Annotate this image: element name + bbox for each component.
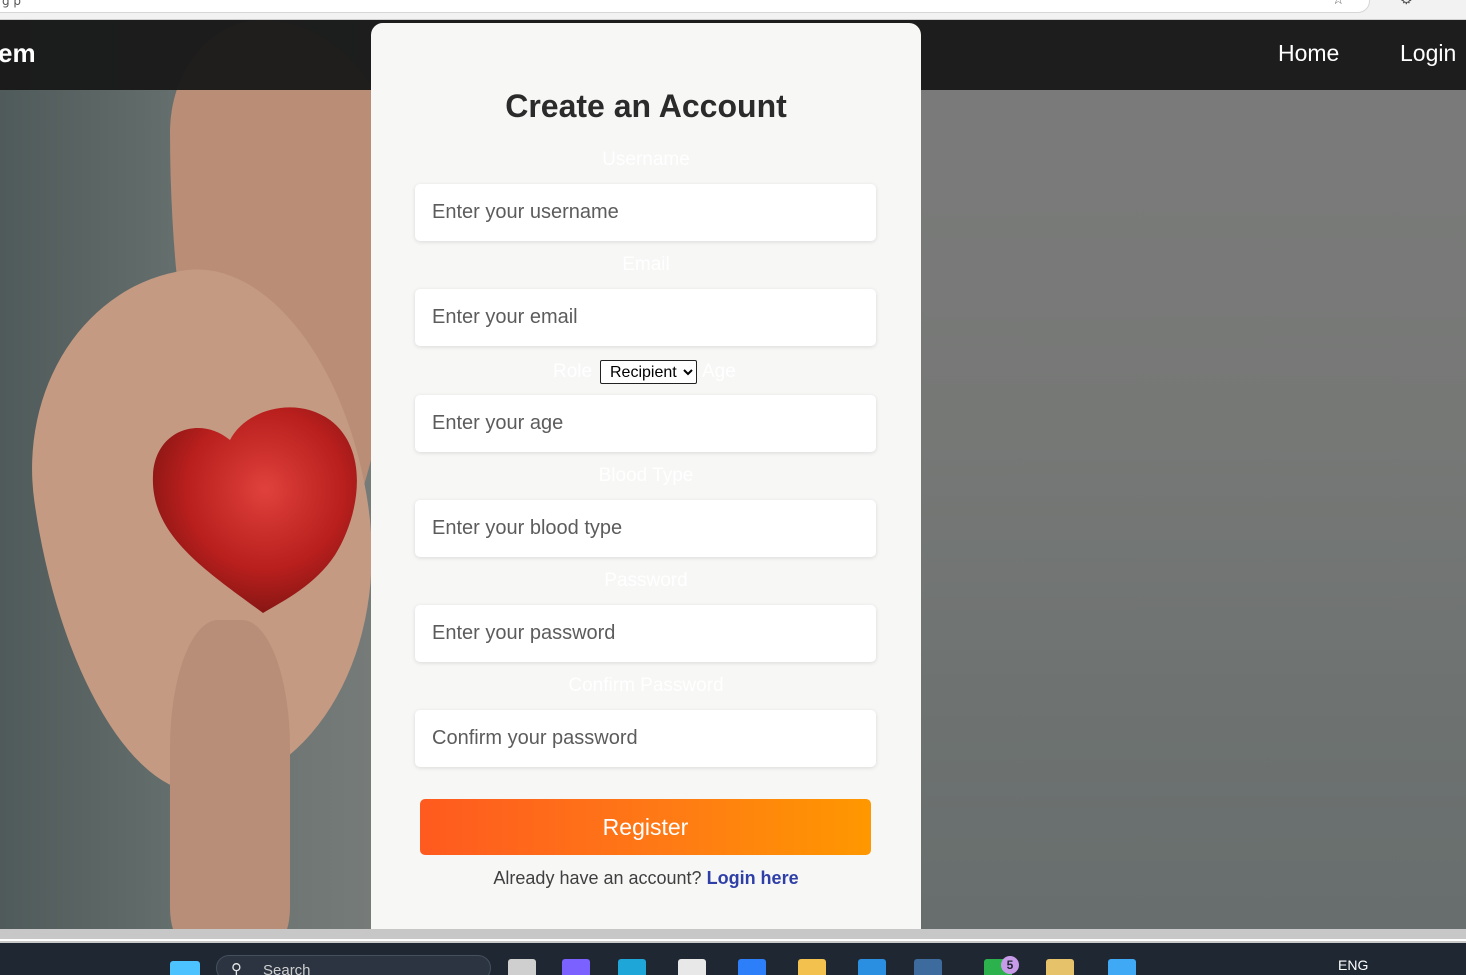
- password-input[interactable]: [415, 605, 876, 662]
- mysql-workbench-icon[interactable]: [914, 959, 942, 975]
- username-input[interactable]: [415, 184, 876, 241]
- task-view-icon[interactable]: [508, 959, 536, 975]
- register-card: Create an Account Username Email Role Re…: [371, 23, 921, 929]
- address-bar[interactable]: g p: [0, 0, 1370, 13]
- register-button[interactable]: Register: [420, 799, 871, 855]
- browser-toolbar: g p ☆ ⚙: [0, 0, 1466, 20]
- confirm-password-label: Confirm Password: [568, 675, 724, 696]
- file-explorer-icon[interactable]: [798, 959, 826, 975]
- edge-browser-icon[interactable]: [618, 959, 646, 975]
- login-prompt-text: Already have an account?: [493, 868, 702, 888]
- role-age-row: Role Recipient Age: [371, 360, 921, 384]
- blood-type-label: Blood Type: [598, 465, 694, 486]
- vscode-icon[interactable]: [858, 959, 886, 975]
- address-bar-text: g p: [2, 0, 22, 8]
- os-taskbar: ⚲ Search 5 ENG: [0, 943, 1466, 975]
- search-text: Search: [263, 962, 311, 975]
- store-icon[interactable]: [678, 959, 706, 975]
- app-icon[interactable]: [738, 959, 766, 975]
- copilot-icon[interactable]: [562, 959, 590, 975]
- page-title: Create an Account: [505, 88, 787, 124]
- search-icon: ⚲: [231, 960, 242, 975]
- role-select[interactable]: Recipient: [600, 360, 697, 384]
- notification-badge: 5: [1001, 956, 1019, 974]
- age-label: Age: [702, 361, 736, 382]
- extensions-gear-icon[interactable]: ⚙: [1400, 0, 1413, 8]
- confirm-password-input[interactable]: [415, 710, 876, 767]
- login-prompt: Already have an account? Login here: [371, 868, 921, 889]
- password-label: Password: [604, 570, 688, 591]
- windows-start-icon[interactable]: [170, 961, 200, 975]
- language-indicator[interactable]: ENG: [1338, 957, 1368, 973]
- notepad-icon[interactable]: [1108, 959, 1136, 975]
- age-input[interactable]: [415, 395, 876, 452]
- bookmark-star-icon[interactable]: ☆: [1332, 0, 1345, 8]
- blood-type-input[interactable]: [415, 500, 876, 557]
- page-viewport: em Home Login Create an Account Username…: [0, 20, 1466, 929]
- role-label: Role: [553, 361, 593, 382]
- nav-login-link[interactable]: Login: [1400, 40, 1456, 67]
- nav-home-link[interactable]: Home: [1278, 40, 1339, 67]
- brand-title[interactable]: em: [0, 38, 36, 69]
- taskbar-search[interactable]: ⚲ Search: [216, 955, 491, 975]
- email-input[interactable]: [415, 289, 876, 346]
- background-hero-image: [0, 20, 420, 929]
- folder-icon[interactable]: [1046, 959, 1074, 975]
- heart-icon: [152, 407, 357, 613]
- email-label: Email: [622, 254, 670, 275]
- wrist-illustration: [170, 620, 290, 929]
- horizontal-scrollbar[interactable]: [0, 929, 1466, 941]
- username-label: Username: [602, 149, 690, 170]
- login-here-link[interactable]: Login here: [707, 868, 799, 888]
